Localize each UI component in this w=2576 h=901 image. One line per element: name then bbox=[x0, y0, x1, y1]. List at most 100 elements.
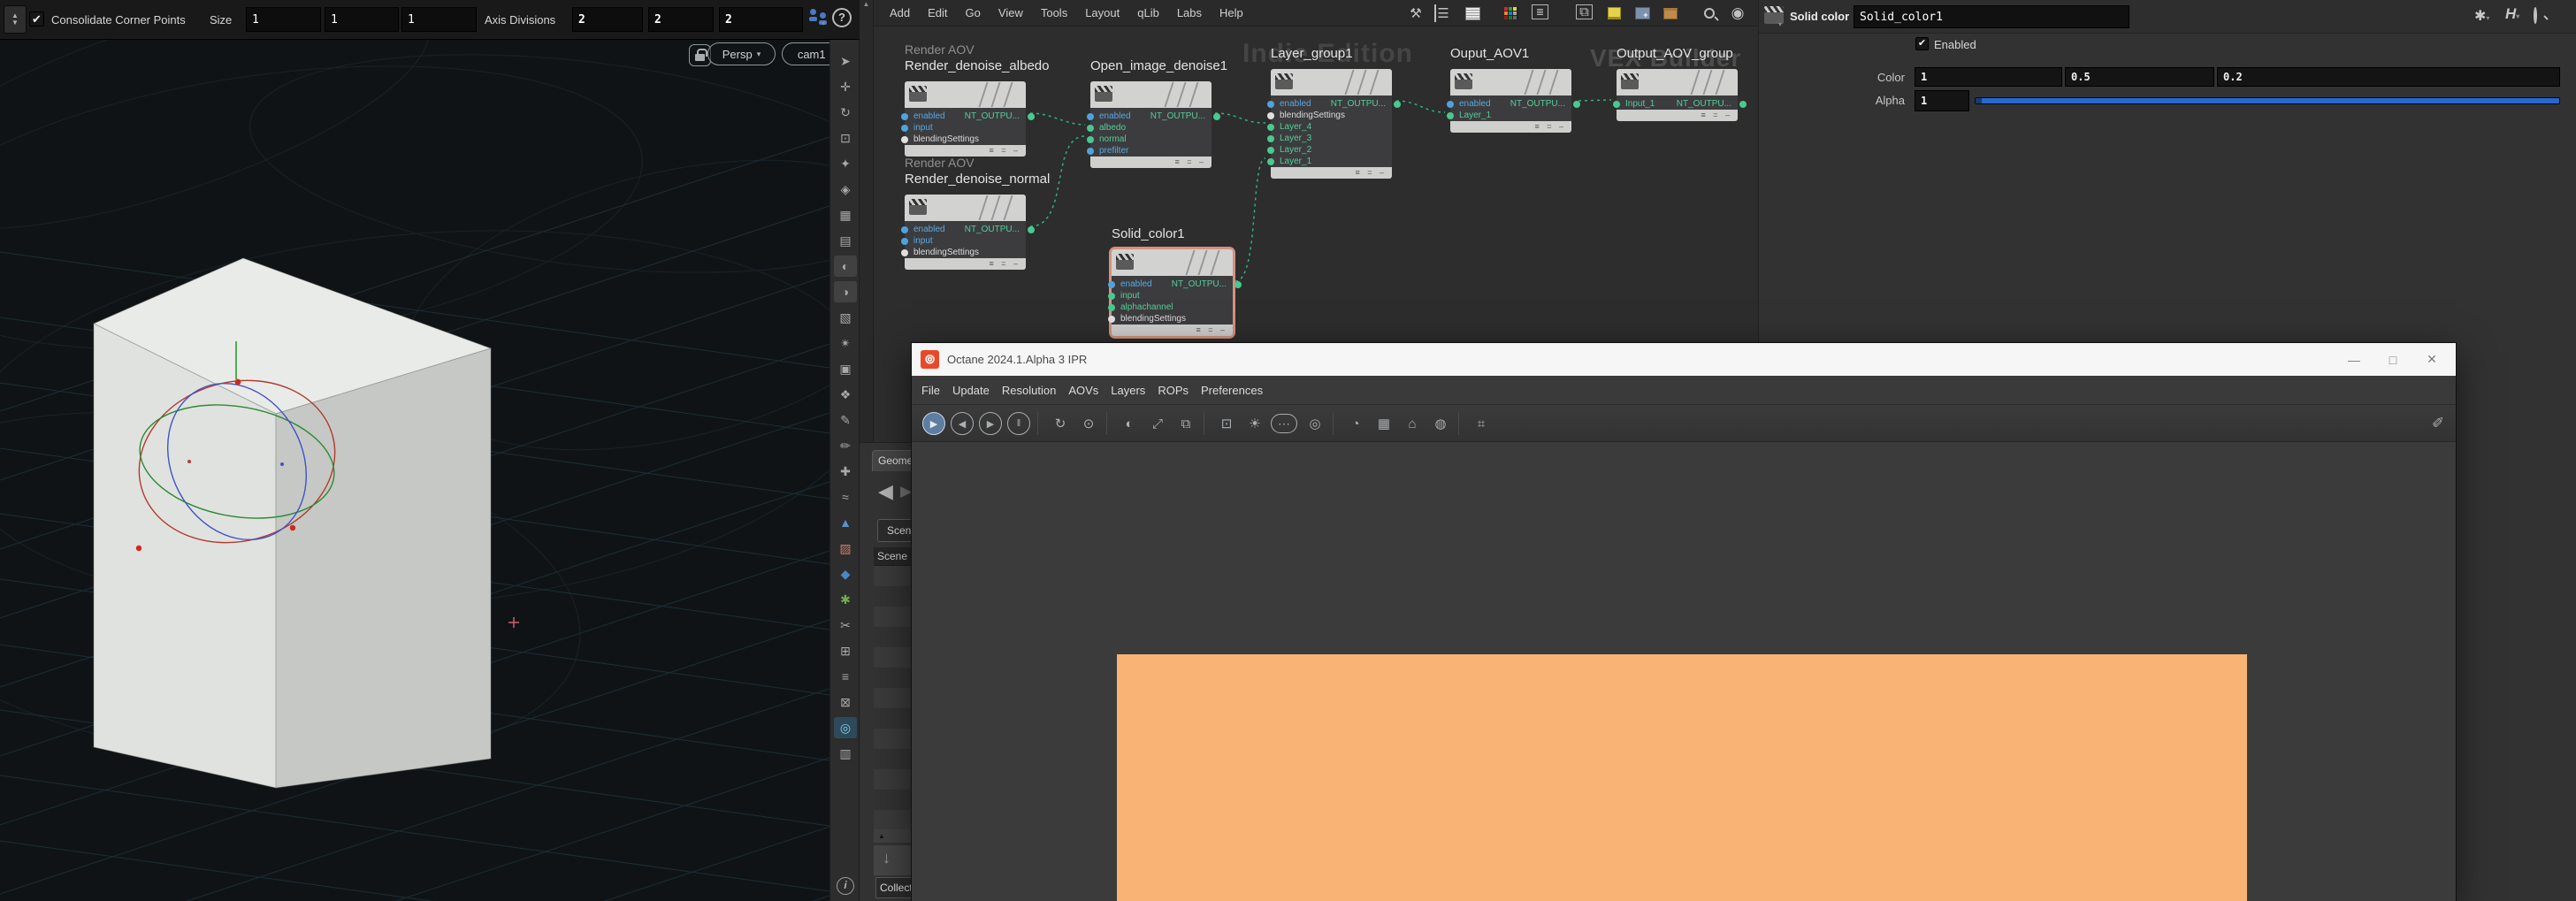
octane-menu-aovs[interactable]: AOVs bbox=[1062, 384, 1105, 397]
node-render_denoise_albedo[interactable]: enabled NT_OUTPU... input blendingSettings ≡… bbox=[901, 81, 1035, 157]
back-arrow-icon[interactable]: ◀ bbox=[878, 480, 893, 503]
input-port-dot[interactable] bbox=[1447, 111, 1454, 119]
output-port-dot[interactable] bbox=[1028, 112, 1035, 120]
output-port-dot[interactable] bbox=[1028, 225, 1035, 233]
flag-slot[interactable] bbox=[1189, 82, 1199, 107]
input-port-dot[interactable] bbox=[1087, 135, 1094, 143]
flag-slot[interactable] bbox=[1003, 195, 1013, 220]
flag-slot[interactable] bbox=[978, 82, 989, 107]
color-r-field[interactable]: 1 bbox=[1915, 67, 2062, 87]
info-icon[interactable]: i bbox=[837, 877, 854, 895]
scene-button[interactable]: Scen bbox=[877, 519, 912, 542]
uv-checker-icon[interactable]: ▨ bbox=[834, 538, 857, 559]
grid-snap-icon[interactable]: ▦ bbox=[834, 204, 857, 225]
minimize-button[interactable]: — bbox=[2341, 353, 2367, 367]
skip-end-icon[interactable]: ▶ bbox=[979, 412, 1002, 435]
measure-icon[interactable]: ⊠ bbox=[834, 691, 857, 713]
flag-slot[interactable] bbox=[990, 82, 1001, 107]
tree-row[interactable] bbox=[874, 627, 912, 647]
tree-row[interactable] bbox=[874, 790, 912, 810]
octane-menu-layers[interactable]: Layers bbox=[1105, 384, 1151, 397]
octane-ipr-window[interactable]: ⊚ Octane 2024.1.Alpha 3 IPR — □ ✕ File Up… bbox=[911, 342, 2457, 901]
airbrush-icon[interactable]: ✐ bbox=[2426, 411, 2450, 436]
align-icon[interactable]: ≡ bbox=[834, 666, 857, 687]
expand-icon[interactable]: ⤢ bbox=[1145, 411, 1170, 436]
help-icon[interactable]: ? bbox=[832, 8, 852, 27]
more-dots-icon[interactable]: ⋯ bbox=[1271, 414, 1297, 433]
input-port-dot[interactable] bbox=[1267, 100, 1274, 108]
input-port-dot[interactable] bbox=[1267, 146, 1274, 154]
crop-icon[interactable]: ⌗ bbox=[1469, 411, 1494, 436]
tree-row[interactable] bbox=[874, 688, 912, 708]
poly-triangle-icon[interactable]: ▲ bbox=[834, 512, 857, 533]
consolidate-checkbox[interactable]: ✔ bbox=[29, 11, 44, 27]
power-icon[interactable]: ⊙ bbox=[1076, 411, 1101, 436]
flag-slot[interactable] bbox=[1536, 70, 1547, 95]
tree-scroll-up[interactable]: ▲ bbox=[874, 829, 912, 843]
node-type-icon[interactable]: ▾ bbox=[1764, 6, 1784, 28]
scatter-icon[interactable]: ✱ bbox=[834, 589, 857, 610]
operator-list-icon[interactable]: ▾ bbox=[809, 9, 829, 27]
select-icon[interactable]: ➤ bbox=[834, 50, 857, 72]
brightness-icon[interactable]: ☀ bbox=[1242, 411, 1267, 436]
node-ouput_aov1[interactable]: enabled NT_OUTPU... Layer_1 ≡ = – bbox=[1447, 69, 1580, 133]
close-button[interactable]: ✕ bbox=[2419, 352, 2445, 367]
input-port-dot[interactable] bbox=[1613, 100, 1620, 108]
wireframe-icon[interactable]: ▧ bbox=[834, 307, 857, 328]
input-port-dot[interactable] bbox=[1108, 292, 1115, 300]
axis-y-field[interactable] bbox=[648, 7, 714, 32]
contrast-icon[interactable]: ◐ bbox=[1117, 411, 1142, 436]
flag-slot[interactable] bbox=[1369, 70, 1380, 95]
camera-icon[interactable]: ▣ bbox=[834, 358, 857, 379]
sphere-icon[interactable]: ◍ bbox=[1428, 411, 1453, 436]
output-port-dot[interactable] bbox=[1213, 112, 1220, 120]
input-port-dot[interactable] bbox=[1267, 123, 1274, 131]
pose-icon[interactable]: ✦ bbox=[834, 153, 857, 174]
search-icon[interactable] bbox=[2534, 7, 2537, 24]
node-name-field[interactable] bbox=[1854, 5, 2129, 28]
tree-row[interactable] bbox=[874, 769, 912, 790]
maximize-button[interactable]: □ bbox=[2380, 353, 2406, 367]
flag-slot[interactable] bbox=[1176, 82, 1187, 107]
flag-slot[interactable] bbox=[1548, 70, 1559, 95]
poly-diamond-icon[interactable]: ◆ bbox=[834, 563, 857, 584]
geometry-icon[interactable]: ❖ bbox=[834, 384, 857, 405]
input-port-dot[interactable] bbox=[1108, 315, 1115, 323]
tree-row[interactable] bbox=[874, 729, 912, 749]
size-y-field[interactable] bbox=[325, 7, 399, 32]
input-port-dot[interactable] bbox=[1108, 303, 1115, 311]
input-port-dot[interactable] bbox=[901, 225, 908, 233]
snap-icon[interactable]: ◈ bbox=[834, 179, 857, 200]
input-port-dot[interactable] bbox=[901, 248, 908, 256]
translate-icon[interactable]: ✛ bbox=[834, 76, 857, 97]
output-port-dot[interactable] bbox=[1394, 100, 1401, 108]
camera-selector[interactable]: cam1▾ bbox=[782, 42, 829, 65]
download-arrow-icon[interactable]: ↓ bbox=[874, 845, 912, 875]
octane-menu-update[interactable]: Update bbox=[946, 384, 996, 397]
node-solid_color1[interactable]: enabled NT_OUTPU... input alphachannel blend… bbox=[1108, 249, 1242, 336]
input-port-dot[interactable] bbox=[1108, 280, 1115, 288]
value-spinner[interactable]: ▲ ▼ bbox=[4, 5, 27, 34]
color-b-field[interactable]: 0.2 bbox=[2217, 67, 2560, 87]
node-open_image_denoise1[interactable]: enabled NT_OUTPU... albedo normal prefilter ≡… bbox=[1087, 81, 1220, 168]
flag-slot[interactable] bbox=[1357, 70, 1367, 95]
grid-icon[interactable]: ▦ bbox=[1372, 411, 1396, 436]
duplicate-icon[interactable]: ⧉ bbox=[1173, 411, 1198, 436]
pause-icon[interactable]: ‖ bbox=[1007, 412, 1030, 435]
axis-x-field[interactable] bbox=[572, 7, 643, 32]
tree-row[interactable] bbox=[874, 647, 912, 668]
flag-slot[interactable] bbox=[1715, 70, 1725, 95]
octane-render-view[interactable] bbox=[912, 442, 2456, 901]
flag-slot[interactable] bbox=[978, 195, 989, 220]
cut-icon[interactable]: ✂ bbox=[834, 615, 857, 636]
input-port-dot[interactable] bbox=[901, 237, 908, 245]
output-port-dot[interactable] bbox=[1573, 100, 1580, 108]
axis-z-field[interactable] bbox=[719, 7, 803, 32]
flag-slot[interactable] bbox=[1690, 70, 1701, 95]
input-port-dot[interactable] bbox=[1087, 147, 1094, 155]
tree-row[interactable] bbox=[874, 668, 912, 688]
view-mode-icon[interactable]: ◐ bbox=[834, 256, 857, 277]
skip-start-icon[interactable]: ◀ bbox=[951, 412, 974, 435]
octane-menu-file[interactable]: File bbox=[915, 384, 946, 397]
node-layer_group1[interactable]: enabled NT_OUTPU... blendingSettings Layer_… bbox=[1267, 69, 1401, 179]
